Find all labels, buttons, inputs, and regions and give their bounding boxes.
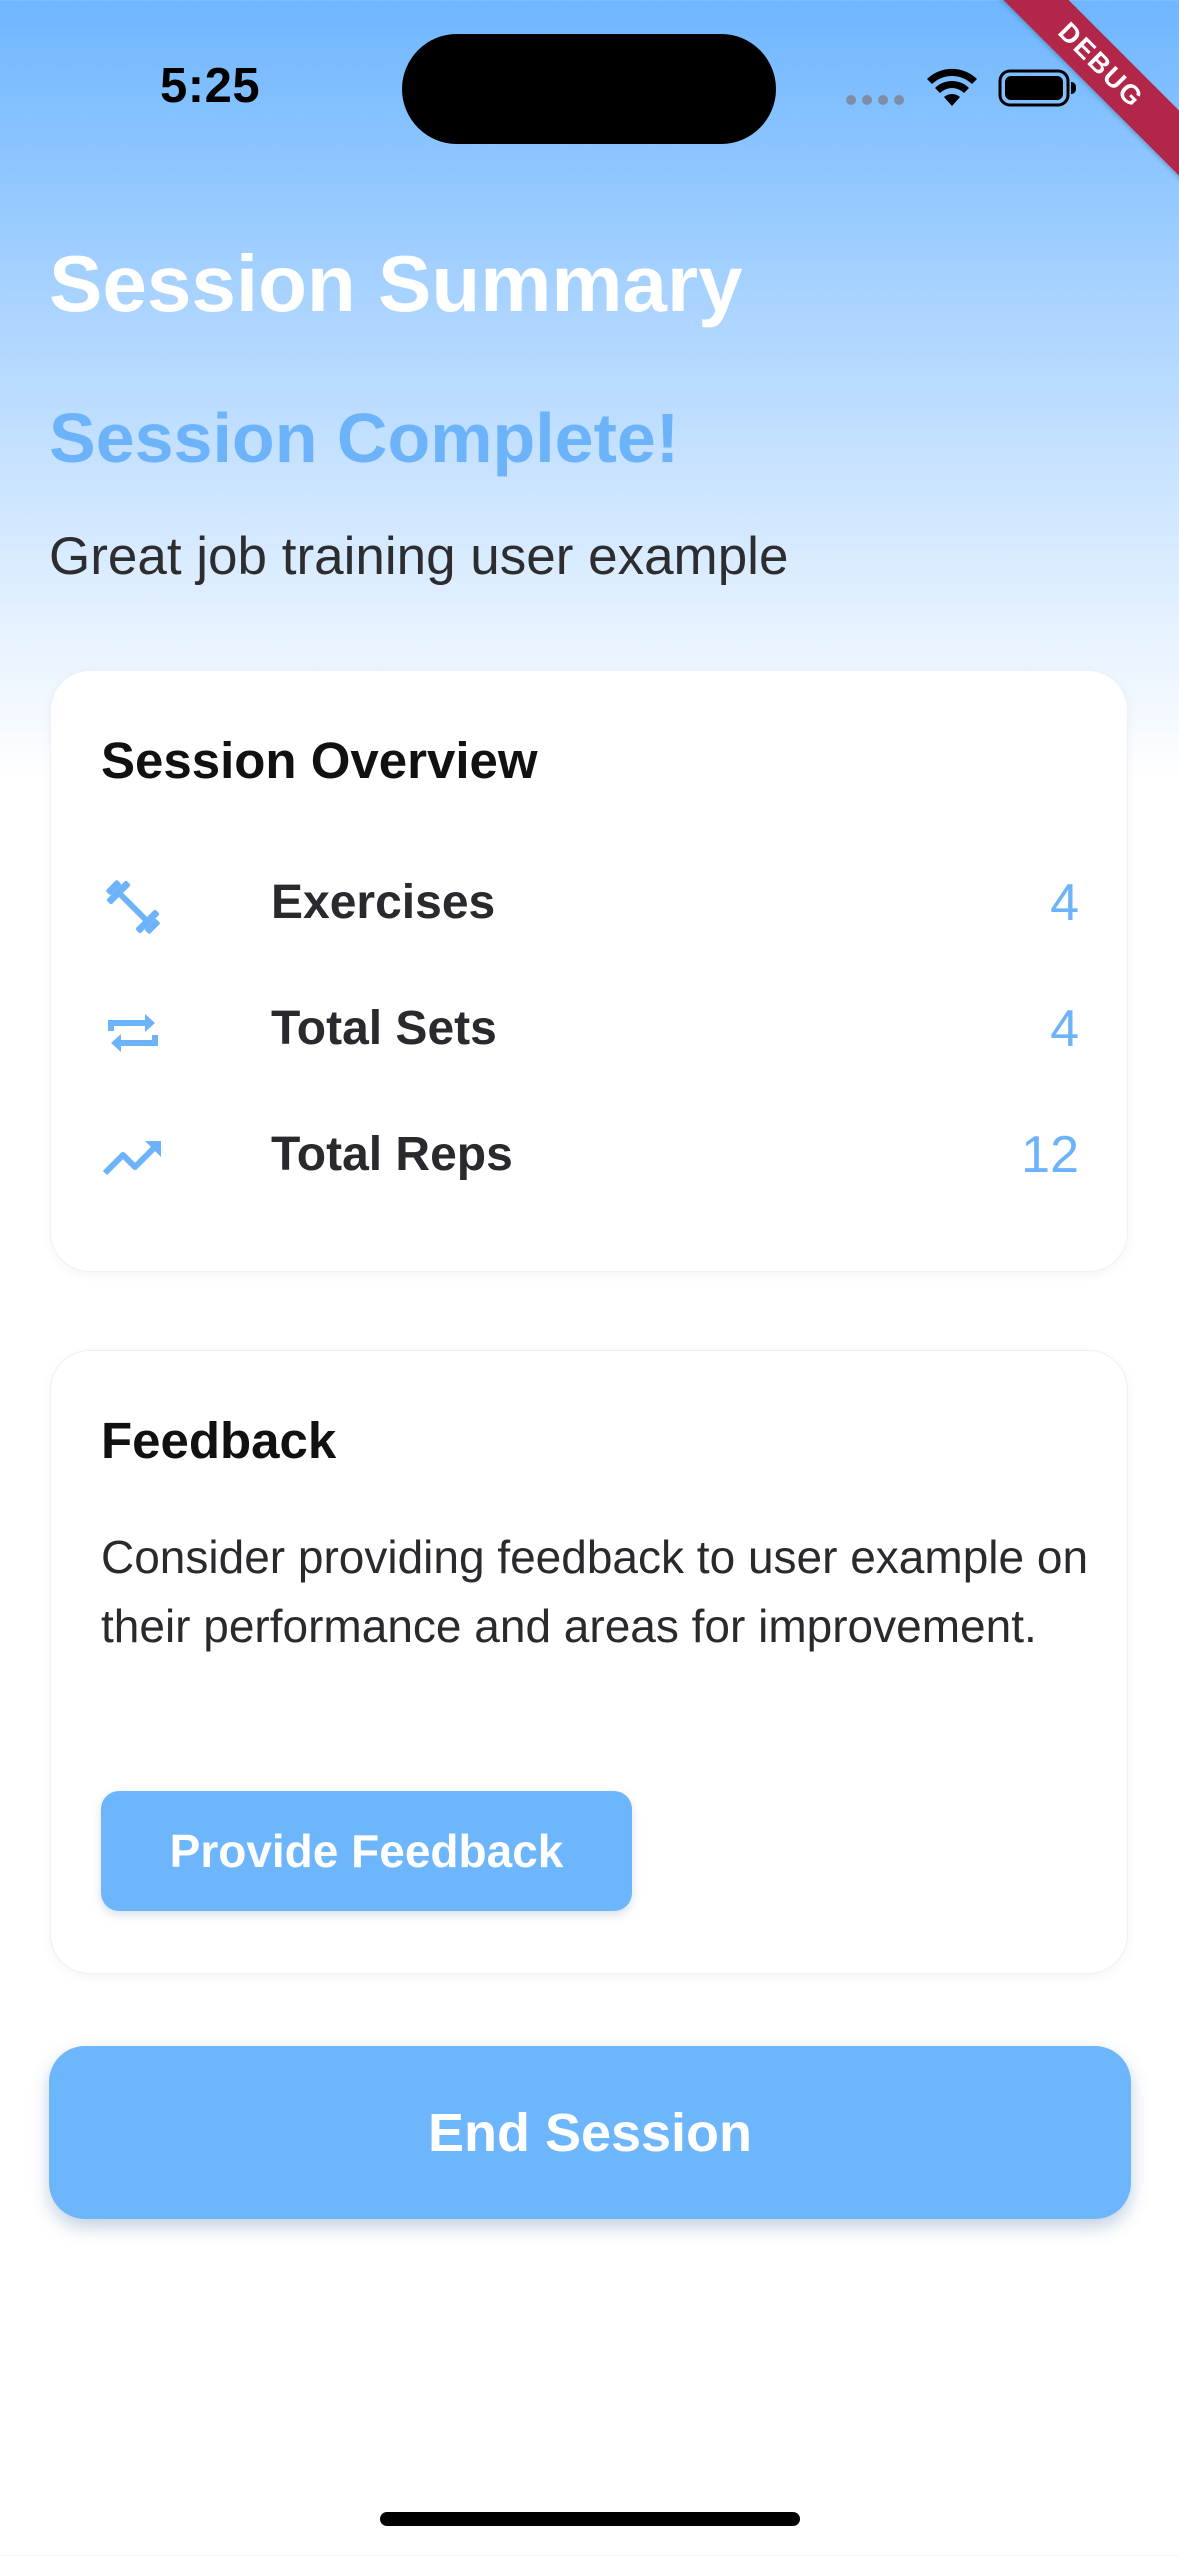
stat-row-exercises: Exercises 4 (101, 865, 1079, 945)
status-bar: 5:25 (0, 0, 1179, 180)
session-subtitle: Great job training user example (49, 527, 789, 586)
dumbbell-icon (106, 880, 160, 934)
repeat-icon (108, 1014, 158, 1052)
feedback-text: Consider providing feedback to user exam… (101, 1531, 1089, 1652)
end-session-button[interactable]: End Session (49, 2046, 1131, 2219)
wifi-icon (927, 68, 977, 106)
stat-label: Total Reps (271, 1128, 513, 1181)
page-title: Session Summary (49, 239, 743, 328)
feedback-card: Feedback Consider providing feedback to … (50, 1350, 1128, 1974)
stat-value: 4 (1050, 1000, 1079, 1058)
status-time: 5:25 (160, 59, 261, 113)
stat-value: 12 (1021, 1126, 1079, 1184)
stat-label: Exercises (271, 876, 496, 929)
dynamic-island (402, 34, 776, 144)
stat-value: 4 (1050, 874, 1079, 932)
stat-row-total-reps: Total Reps 12 (101, 1117, 1079, 1197)
signal-dots-icon (846, 95, 904, 105)
session-complete-heading: Session Complete! (49, 399, 680, 477)
trending-up-icon (102, 1141, 161, 1176)
feedback-title: Feedback (101, 1412, 337, 1469)
stat-row-total-sets: Total Sets 4 (101, 991, 1079, 1071)
home-indicator (380, 2512, 800, 2526)
stat-label: Total Sets (271, 1002, 497, 1055)
battery-icon (998, 69, 1076, 107)
session-overview-card: Session Overview Exercises 4 Total Sets … (50, 670, 1128, 1272)
overview-title: Session Overview (101, 732, 538, 789)
provide-feedback-button[interactable]: Provide Feedback (101, 1791, 632, 1911)
